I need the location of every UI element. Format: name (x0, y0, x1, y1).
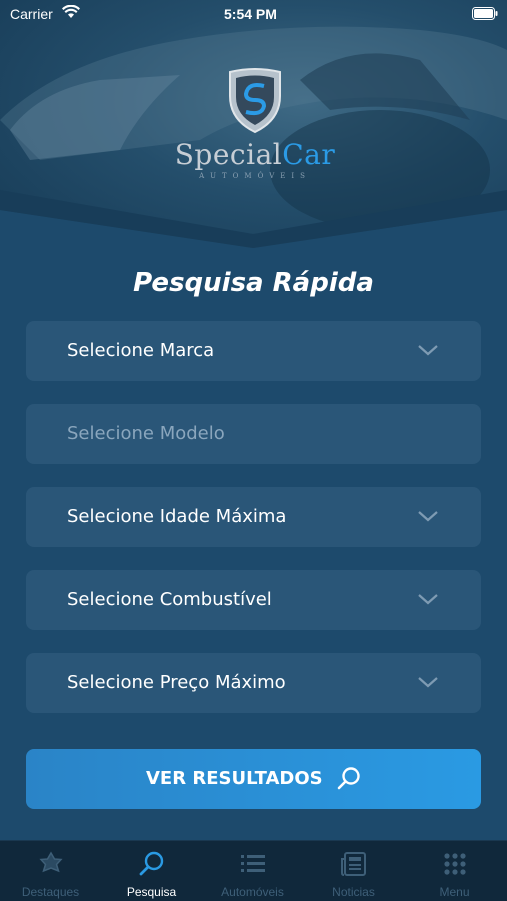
list-icon (241, 855, 265, 872)
tab-pesquisa[interactable]: Pesquisa (101, 841, 202, 901)
shield-logo-icon (229, 68, 281, 134)
max-age-select[interactable]: Selecione Idade Máxima (26, 487, 481, 547)
tab-label: Pesquisa (126, 885, 177, 899)
brand-name: SpecialCar (160, 138, 350, 171)
tab-label: Noticias (332, 885, 375, 899)
header-banner: Carrier 5:54 PM SpecialCar AUTOMÓVEIS (0, 0, 507, 252)
tab-label: Menu (439, 885, 470, 899)
page-title: Pesquisa Rápida (133, 268, 374, 298)
search-icon (139, 851, 164, 876)
tab-menu[interactable]: Menu (404, 841, 505, 901)
status-bar: Carrier 5:54 PM (0, 0, 507, 28)
brand-subtitle: AUTOMÓVEIS (199, 172, 311, 180)
fuel-select[interactable]: Selecione Combustível (26, 570, 481, 630)
fuel-select-label: Selecione Combustível (67, 589, 272, 610)
chevron-down-icon (418, 345, 438, 356)
see-results-label: VER RESULTADOS (146, 768, 323, 789)
tab-noticias[interactable]: Noticias (303, 841, 404, 901)
tab-destaques[interactable]: Destaques (0, 841, 101, 901)
max-price-select[interactable]: Selecione Preço Máximo (26, 653, 481, 713)
brand-select[interactable]: Selecione Marca (26, 321, 481, 381)
carrier-label: Carrier (10, 6, 53, 22)
max-age-select-label: Selecione Idade Máxima (67, 506, 287, 527)
star-icon (39, 851, 63, 873)
brand-select-label: Selecione Marca (67, 340, 215, 361)
specialcar-logo: SpecialCar AUTOMÓVEIS (160, 66, 350, 186)
model-select[interactable]: Selecione Modelo (26, 404, 481, 464)
max-price-select-label: Selecione Preço Máximo (67, 672, 286, 693)
see-results-button[interactable]: VER RESULTADOS (26, 749, 481, 809)
tab-label: Automóveis (221, 885, 284, 899)
battery-icon (472, 7, 498, 20)
wifi-icon (62, 5, 80, 18)
tab-label: Destaques (21, 885, 80, 899)
brand-name-car: Car (282, 138, 336, 171)
tab-bar: Destaques Pesquisa Automóveis Noticias M… (0, 840, 507, 901)
tab-automoveis[interactable]: Automóveis (202, 841, 303, 901)
status-time: 5:54 PM (224, 6, 277, 22)
model-select-label: Selecione Modelo (67, 423, 225, 444)
search-icon (337, 767, 360, 790)
chevron-down-icon (418, 511, 438, 522)
brand-name-special: Special (174, 138, 283, 171)
header-chevron (0, 190, 507, 252)
grid-icon (444, 853, 466, 875)
newspaper-icon (341, 852, 366, 876)
chevron-down-icon (418, 594, 438, 605)
chevron-down-icon (418, 677, 438, 688)
